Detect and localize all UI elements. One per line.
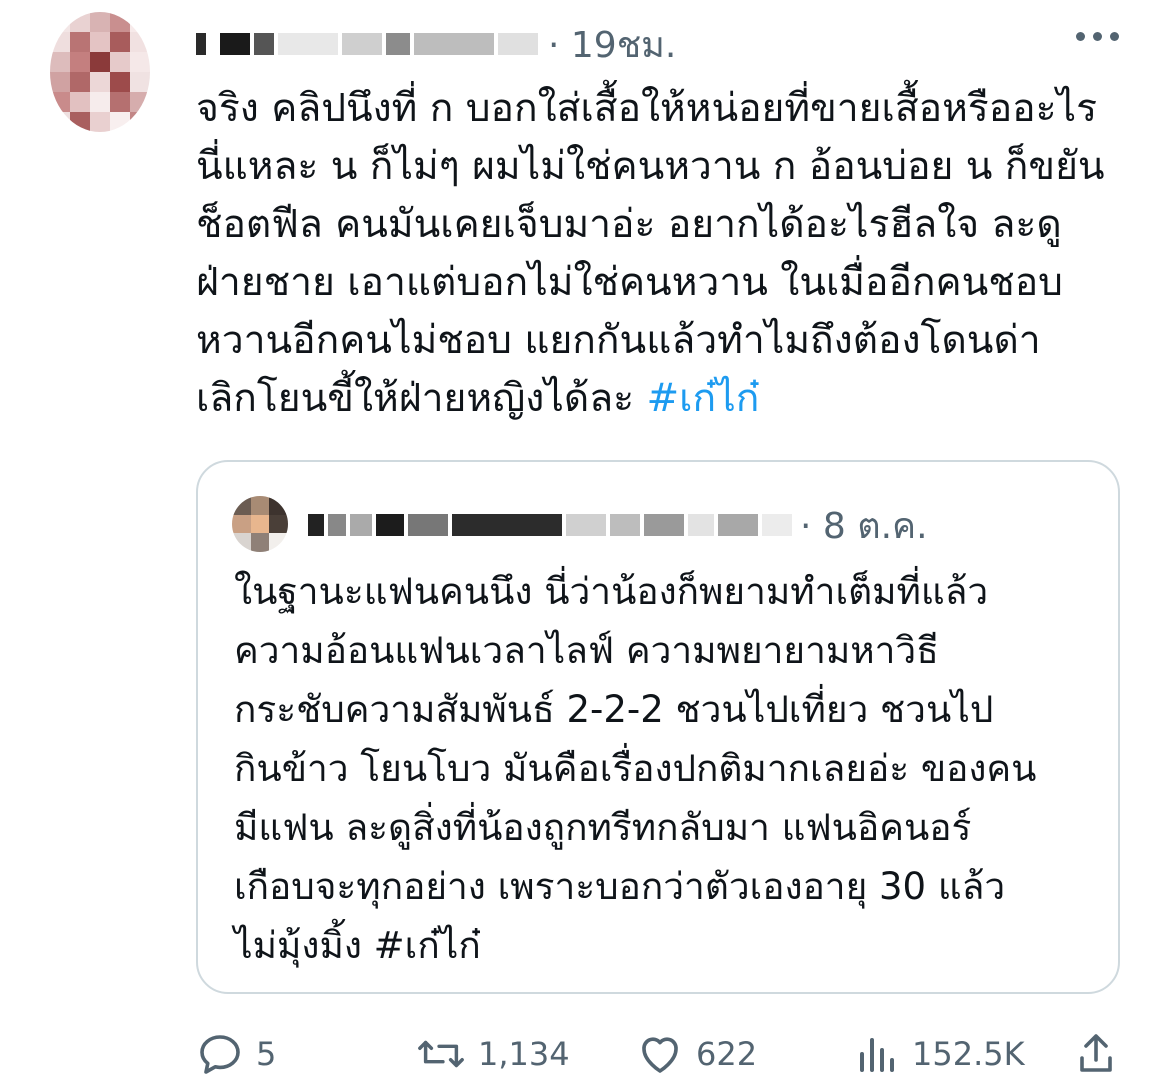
tweet-line: นี่แหละ น ก็ไม่ๆ ผมไม่ใช่คนหวาน ก อ้อนบ่… (196, 144, 1105, 189)
redacted-name (328, 514, 346, 536)
quoted-header: · 8 ต.ค. (308, 500, 928, 550)
tweet-text: จริง คลิปนึงที่ ก บอกใส่เสื้อให้หน่อยที่… (196, 80, 1146, 428)
tweet-line: เลิกโยนขี้ให้ฝ่ายหญิงได้ละ (196, 376, 647, 421)
redacted-name (376, 514, 404, 536)
redacted-handle (762, 514, 792, 536)
redacted-name (408, 514, 448, 536)
retweet-button[interactable]: 1,134 (416, 1030, 570, 1078)
action-bar: 5 1,134 622 152.5K (196, 1030, 1116, 1086)
reply-icon (200, 1035, 240, 1074)
quoted-avatar[interactable] (232, 496, 288, 552)
redacted-handle (644, 514, 684, 536)
tweet-line: จริง คลิปนึงที่ ก บอกใส่เสื้อให้หน่อยที่… (196, 86, 1098, 131)
tweet-line: ช็อตฟีล คนมันเคยเจ็บมาอ่ะ อยากได้อะไรฮีล… (196, 202, 1062, 247)
tweet-time[interactable]: · 19ชม. (548, 16, 676, 73)
views-icon (860, 1038, 894, 1072)
avatar[interactable] (50, 12, 150, 132)
retweet-count: 1,134 (478, 1035, 570, 1073)
views-count: 152.5K (912, 1035, 1025, 1073)
share-icon (1080, 1034, 1112, 1072)
reply-count: 5 (256, 1035, 277, 1073)
redacted-handle (566, 514, 606, 536)
redacted-name (278, 33, 338, 55)
redacted-handle (386, 33, 410, 55)
like-button[interactable]: 622 (636, 1030, 757, 1078)
reply-button[interactable]: 5 (196, 1030, 276, 1078)
redacted-name (254, 33, 274, 55)
more-icon[interactable] (1076, 32, 1119, 41)
hashtag-link[interactable]: #เก๋ไก๋ (646, 376, 759, 421)
like-count: 622 (696, 1035, 758, 1073)
quoted-text: ในฐานะแฟนคนนึง นี่ว่าน้องก็พยามทำเต็มที่… (234, 570, 1037, 967)
tweet-header: · 19ชม. (196, 22, 676, 66)
redacted-name (350, 514, 372, 536)
redacted-handle (718, 514, 758, 536)
retweet-icon (418, 1040, 464, 1068)
redacted-name (196, 33, 206, 55)
redacted-handle (342, 33, 382, 55)
redacted-name (220, 33, 250, 55)
views-button[interactable]: 152.5K (856, 1030, 1025, 1078)
redacted-handle (610, 514, 640, 536)
tweet-line: ฝ่ายชาย เอาแต่บอกไม่ใช่คนหวาน ในเมื่ออีก… (196, 260, 1063, 305)
tweet-line: หวานอีกคนไม่ชอบ แยกกันแล้วทำไมถึงต้องโดน… (196, 318, 1041, 363)
redacted-name (452, 514, 562, 536)
redacted-handle (414, 33, 494, 55)
like-icon (642, 1037, 678, 1073)
redacted-name (308, 514, 324, 536)
redacted-handle (498, 33, 538, 55)
quoted-time[interactable]: · 8 ต.ค. (800, 497, 928, 554)
quoted-tweet[interactable]: · 8 ต.ค. ในฐานะแฟนคนนึง นี่ว่าน้องก็พยาม… (196, 460, 1120, 994)
redacted-handle (688, 514, 714, 536)
share-button[interactable] (1076, 1030, 1116, 1078)
